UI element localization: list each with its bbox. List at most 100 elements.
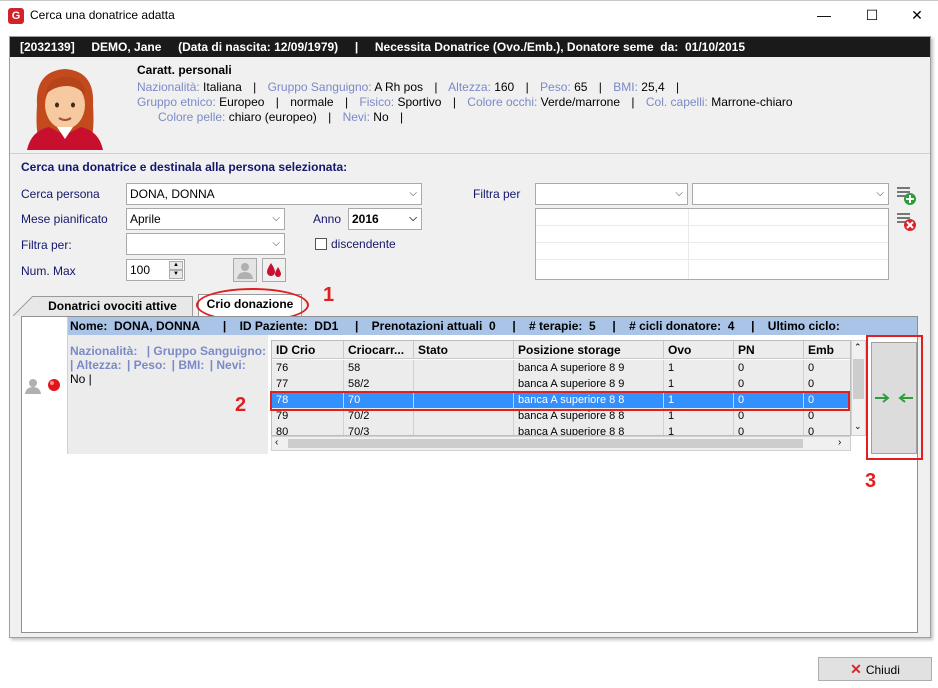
- eye-color-label: Colore occhi:: [467, 95, 538, 109]
- maximize-button[interactable]: ☐: [849, 0, 895, 30]
- separator: |: [452, 95, 456, 109]
- remove-list-icon: [897, 213, 916, 231]
- chevron-down-icon[interactable]: ⌄: [854, 421, 862, 432]
- search-person-value: DONA, DONNA: [130, 187, 215, 201]
- filter-select[interactable]: ⌵: [126, 233, 285, 255]
- search-person-select[interactable]: DONA, DONNA ⌵: [126, 183, 422, 205]
- nationality-value: Italiana: [203, 80, 242, 94]
- table-cell: 1: [664, 360, 734, 376]
- spin-up-icon[interactable]: ▲: [169, 261, 183, 270]
- planned-month-select[interactable]: Aprile ⌵: [126, 208, 285, 230]
- personal-traits-title: Caratt. personali: [137, 63, 232, 77]
- year-select[interactable]: 2016 ⌵: [348, 208, 422, 230]
- table-cell: 70/3: [344, 424, 414, 435]
- blood-group-label: | Gruppo Sanguigno:: [146, 344, 267, 358]
- eye-color-value: Verde/marrone: [540, 95, 621, 109]
- annotation-row-highlight: [270, 391, 850, 411]
- table-row[interactable]: 76 58 banca A superiore 8 9100: [272, 360, 850, 376]
- build-value: normale: [290, 95, 334, 109]
- filter-value-select[interactable]: ⌵: [692, 183, 889, 205]
- table-cell: 58: [344, 360, 414, 376]
- spin-down-icon[interactable]: ▼: [169, 270, 183, 279]
- skin-color-label: Colore pelle:: [158, 110, 226, 124]
- height-label: Altezza:: [448, 80, 491, 94]
- max-number-input[interactable]: 100 ▲ ▼: [126, 259, 185, 281]
- column-header[interactable]: Posizione storage: [514, 341, 664, 359]
- close-window-button[interactable]: ✕: [894, 0, 938, 30]
- filter-list[interactable]: [535, 208, 889, 280]
- table-row[interactable]: 80 70/3 banca A superiore 8 8100: [272, 424, 850, 435]
- annotation-number-2: 2: [235, 394, 247, 416]
- filter-right-label: Filtra per: [473, 187, 521, 201]
- annotation-number-1: 1: [323, 284, 335, 306]
- filter-label: Filtra per:: [21, 238, 72, 252]
- column-header[interactable]: Stato: [414, 341, 514, 359]
- cryo-grid[interactable]: ID Crio Criocarr... Stato Posizione storage…: [271, 340, 851, 436]
- tab-active-oocyte-donors[interactable]: Donatrici ovociti attive: [13, 296, 193, 316]
- table-cell: [414, 376, 514, 392]
- vertical-scrollbar[interactable]: ⌃ ⌄: [851, 340, 866, 436]
- horizontal-scrollbar[interactable]: ‹ ›: [271, 436, 851, 451]
- separator: |: [328, 110, 332, 124]
- separator: |: [434, 80, 438, 94]
- donor-info-line-3: No |: [70, 372, 92, 386]
- app-logo-icon: G: [8, 8, 24, 24]
- nationality-label: Nazionalità:: [137, 80, 200, 94]
- chevron-down-icon: ⌵: [409, 213, 417, 224]
- physique-value: Sportivo: [397, 95, 442, 109]
- annotation-number-3: 3: [865, 470, 877, 492]
- chevron-right-icon[interactable]: ›: [838, 437, 841, 448]
- blood-drop-button[interactable]: [262, 258, 286, 282]
- hair-color-value: Marrone-chiaro: [711, 95, 793, 109]
- ethnic-group-label: Gruppo etnico:: [137, 95, 216, 109]
- table-cell: banca A superiore 8 9: [514, 360, 664, 376]
- hair-color-label: Col. capelli:: [645, 95, 708, 109]
- moles-label: Nevi:: [342, 110, 370, 124]
- column-header[interactable]: Criocarr...: [344, 341, 414, 359]
- scrollbar-thumb[interactable]: [288, 439, 803, 448]
- patient-birthdate: (Data di nascita: 12/09/1979): [178, 40, 339, 54]
- column-header[interactable]: PN: [734, 341, 804, 359]
- separator: |: [253, 80, 257, 94]
- physique-label: Fisico:: [359, 95, 395, 109]
- chevron-down-icon: ⌵: [272, 213, 280, 224]
- column-header[interactable]: Emb: [804, 341, 850, 359]
- chevron-left-icon[interactable]: ‹: [275, 437, 278, 448]
- add-list-icon: [897, 187, 916, 205]
- patient-traits-line-2: Gruppo etnico: Europeo | normale | Fisic…: [137, 95, 793, 109]
- column-header[interactable]: Ovo: [664, 341, 734, 359]
- separator: |: [631, 95, 635, 109]
- column-header[interactable]: ID Crio: [272, 341, 344, 359]
- chevron-down-icon: ⌵: [272, 238, 280, 249]
- bmi-label: BMI:: [613, 80, 638, 94]
- chevron-down-icon: ⌵: [675, 188, 683, 199]
- chevron-up-icon[interactable]: ⌃: [854, 342, 862, 353]
- add-filter-button[interactable]: [895, 184, 917, 206]
- separator: |: [344, 95, 349, 109]
- chevron-down-icon: ⌵: [876, 188, 884, 199]
- blood-group-value: A Rh pos: [374, 80, 424, 94]
- moles-label: | Nevi:: [209, 358, 246, 372]
- bmi-label: | BMI:: [171, 358, 205, 372]
- descending-checkbox[interactable]: [315, 238, 327, 250]
- filter-field-select[interactable]: ⌵: [535, 183, 688, 205]
- table-cell: 0: [804, 360, 850, 376]
- patient-name: DEMO, Jane: [91, 40, 162, 54]
- ethnic-group-value: Europeo: [219, 95, 265, 109]
- table-cell: 80: [272, 424, 344, 435]
- donor-summary-bar: Nome: DONA, DONNA | ID Paziente: DD1 | P…: [68, 317, 917, 335]
- table-row[interactable]: 77 58/2 banca A superiore 8 9100: [272, 376, 850, 392]
- close-button[interactable]: ✕ Chiudi: [818, 657, 932, 681]
- year-label: Anno: [313, 212, 342, 226]
- remove-filter-button[interactable]: [895, 210, 917, 232]
- table-cell: 1: [664, 376, 734, 392]
- patient-id: [2032139]: [20, 40, 75, 54]
- scrollbar-thumb[interactable]: [853, 359, 864, 399]
- separator: |: [525, 80, 529, 94]
- person-search-button[interactable]: [233, 258, 257, 282]
- red-status-icon: [48, 379, 60, 391]
- table-cell: 0: [734, 376, 804, 392]
- separator: |: [399, 110, 404, 124]
- nationality-label: Nazionalità:: [70, 344, 138, 358]
- minimize-button[interactable]: —: [801, 0, 847, 30]
